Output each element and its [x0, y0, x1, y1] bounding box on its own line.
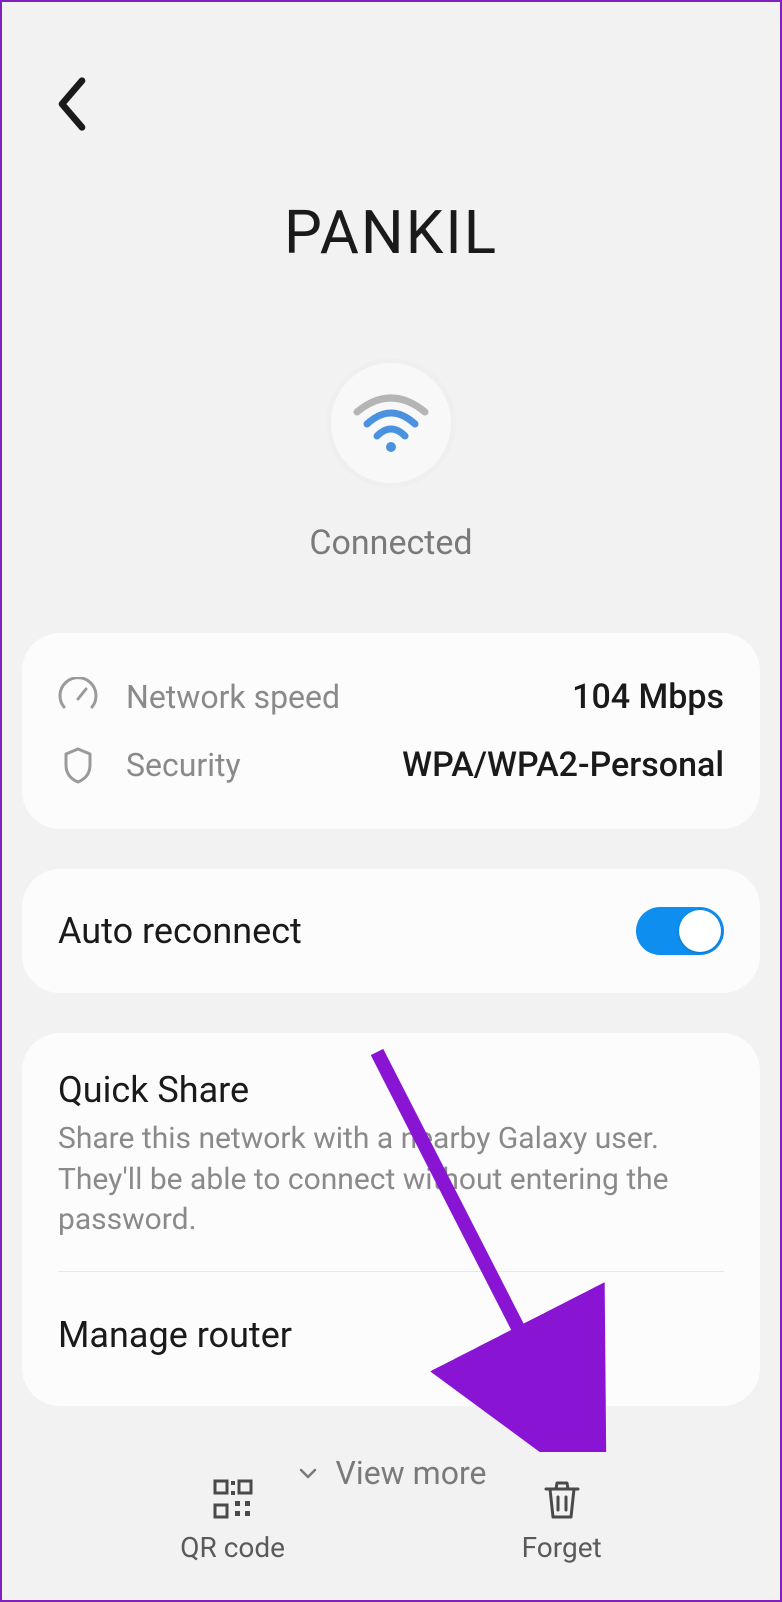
bottom-action-bar: QR code Forget [2, 1477, 780, 1564]
security-value: WPA/WPA2-Personal [402, 745, 724, 785]
auto-reconnect-toggle[interactable] [636, 907, 724, 955]
speed-label: Network speed [126, 678, 544, 716]
auto-reconnect-row[interactable]: Auto reconnect [22, 869, 760, 993]
wifi-icon-container [2, 363, 780, 483]
trash-icon [540, 1477, 584, 1521]
quick-share-title: Quick Share [58, 1069, 724, 1111]
forget-label: Forget [522, 1531, 602, 1564]
speed-icon [58, 677, 98, 717]
security-label: Security [126, 746, 374, 784]
connection-status: Connected [2, 523, 780, 563]
quick-share-item[interactable]: Quick Share Share this network with a ne… [22, 1033, 760, 1271]
shield-icon [58, 745, 98, 785]
actions-card: Quick Share Share this network with a ne… [22, 1033, 760, 1406]
wifi-icon-circle [331, 363, 451, 483]
network-speed-row: Network speed 104 Mbps [58, 663, 724, 731]
network-info-card: Network speed 104 Mbps Security WPA/WPA2… [22, 633, 760, 829]
manage-router-item[interactable]: Manage router [22, 1272, 760, 1406]
speed-value: 104 Mbps [572, 677, 724, 717]
auto-reconnect-label: Auto reconnect [58, 910, 636, 952]
wifi-icon [351, 392, 431, 454]
security-row: Security WPA/WPA2-Personal [58, 731, 724, 799]
forget-button[interactable]: Forget [522, 1477, 602, 1564]
back-button[interactable] [52, 74, 92, 134]
chevron-left-icon [52, 74, 92, 134]
qr-code-button[interactable]: QR code [180, 1477, 285, 1564]
manage-router-title: Manage router [58, 1314, 724, 1356]
qr-code-label: QR code [180, 1531, 285, 1564]
network-name: PANKIL [2, 197, 780, 268]
quick-share-description: Share this network with a nearby Galaxy … [58, 1119, 724, 1241]
qr-code-icon [211, 1477, 255, 1521]
